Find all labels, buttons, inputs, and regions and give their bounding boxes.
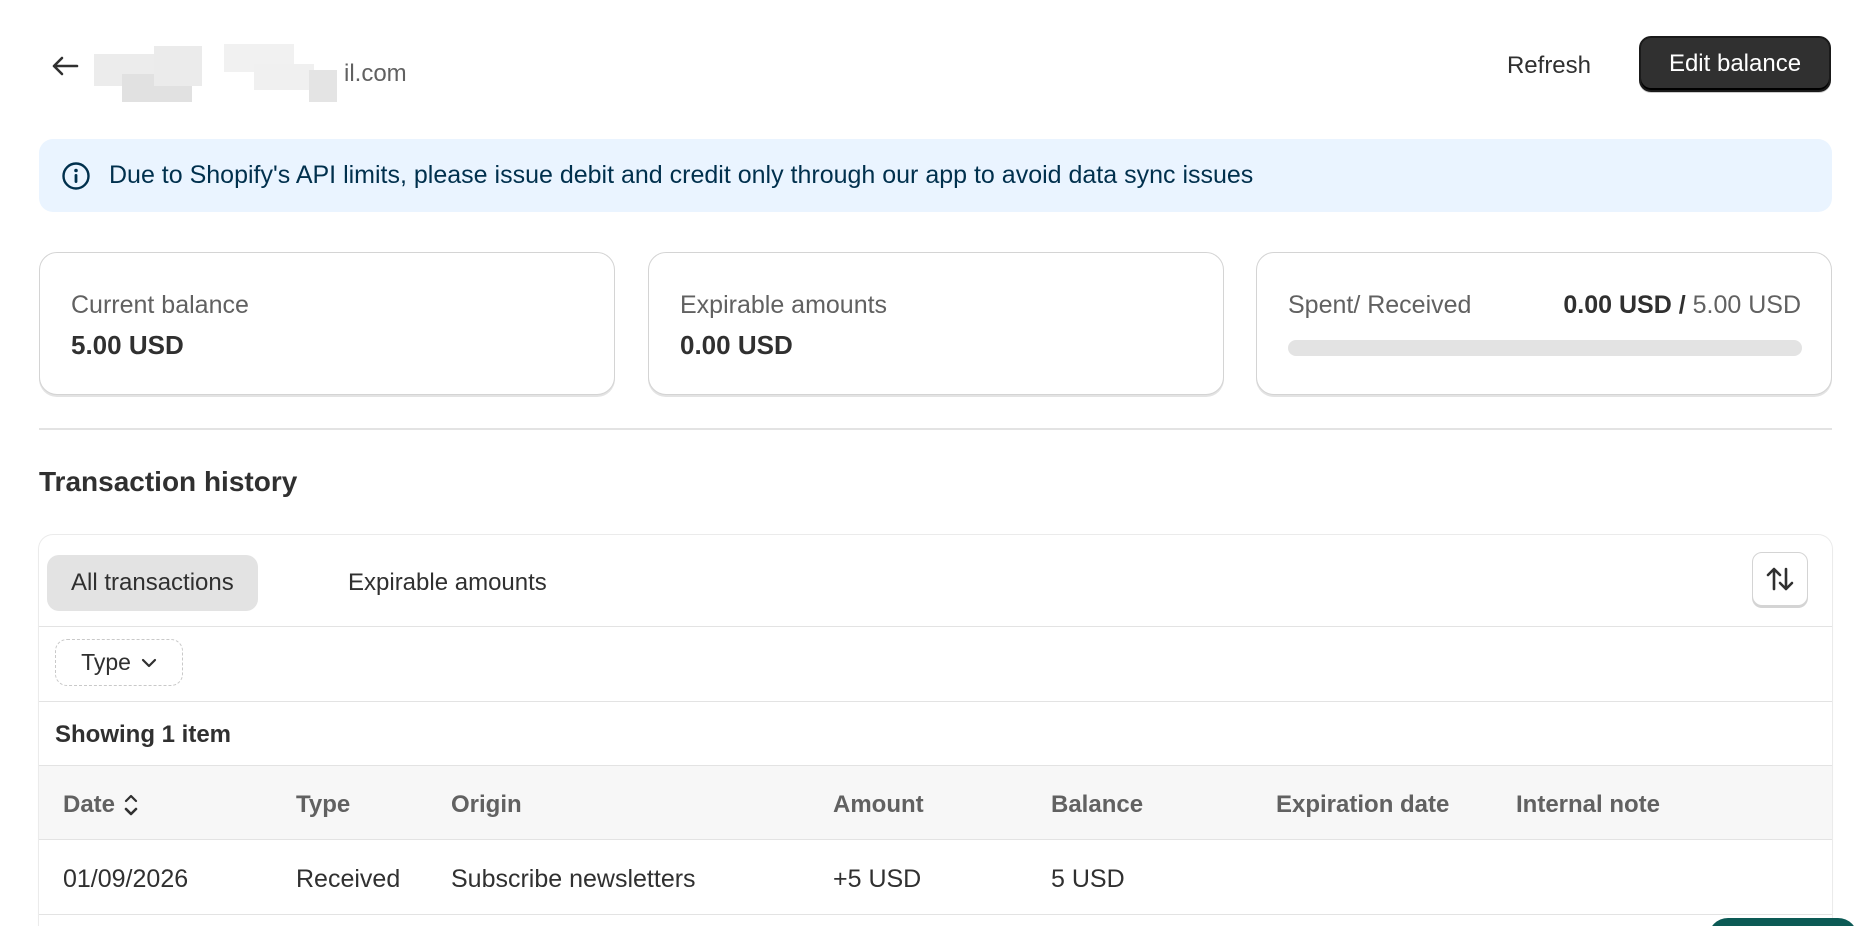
info-banner: Due to Shopify's API limits, please issu… bbox=[39, 139, 1832, 212]
column-header-type: Type bbox=[296, 791, 351, 818]
arrow-left-icon bbox=[52, 56, 79, 76]
received-amount: 5.00 USD bbox=[1692, 291, 1801, 319]
back-button[interactable] bbox=[45, 46, 85, 86]
filter-bar: Type bbox=[39, 627, 1832, 702]
sort-arrows-icon bbox=[1766, 567, 1794, 591]
redaction-block bbox=[154, 46, 202, 86]
type-filter-button[interactable]: Type bbox=[55, 639, 183, 686]
column-header-balance: Balance bbox=[1051, 791, 1144, 818]
sort-button[interactable] bbox=[1752, 552, 1808, 606]
cell-date: 01/09/2026 bbox=[63, 865, 189, 893]
cell-origin: Subscribe newsletters bbox=[451, 865, 696, 893]
refresh-button[interactable]: Refresh bbox=[1487, 38, 1611, 94]
card-label: Expirable amounts bbox=[680, 291, 888, 319]
redaction-block bbox=[309, 70, 337, 102]
tab-expirable-amounts[interactable]: Expirable amounts bbox=[324, 555, 571, 611]
current-balance-value: 5.00 USD bbox=[71, 330, 184, 360]
chat-launcher[interactable] bbox=[1708, 918, 1858, 926]
customer-email: il.com bbox=[94, 40, 424, 102]
email-suffix: il.com bbox=[344, 60, 407, 87]
cell-type: Received bbox=[296, 865, 401, 893]
spent-amount: 0.00 USD bbox=[1563, 291, 1672, 319]
sort-toggle-icon bbox=[124, 794, 138, 816]
transaction-history-title: Transaction history bbox=[39, 466, 298, 497]
cell-amount: +5 USD bbox=[833, 865, 922, 893]
edit-balance-button[interactable]: Edit balance bbox=[1639, 36, 1831, 92]
card-label: Current balance bbox=[71, 291, 249, 319]
results-count-bar: Showing 1 item bbox=[39, 702, 1832, 766]
page-header: il.com Refresh Edit balance bbox=[39, 36, 1832, 102]
banner-text: Due to Shopify's API limits, please issu… bbox=[109, 161, 1254, 189]
chevron-down-icon bbox=[141, 658, 157, 667]
redaction-block bbox=[254, 64, 314, 90]
current-balance-card: Current balance 5.00 USD bbox=[39, 252, 615, 395]
table-header-row: Date Type Origin Amount Balance Expirati… bbox=[39, 766, 1832, 840]
spent-received-value: 0.00 USD / 5.00 USD bbox=[1563, 291, 1801, 320]
column-header-expiration-date: Expiration date bbox=[1276, 791, 1450, 818]
expirable-amount-value: 0.00 USD bbox=[680, 330, 793, 360]
column-header-internal-note: Internal note bbox=[1516, 791, 1661, 818]
spent-received-card: Spent/ Received 0.00 USD / 5.00 USD bbox=[1256, 252, 1832, 395]
spent-separator: / bbox=[1671, 291, 1693, 319]
transactions-table-card: All transactions Expirable amounts Type … bbox=[39, 535, 1832, 926]
info-icon bbox=[61, 161, 91, 191]
column-header-origin: Origin bbox=[451, 791, 522, 818]
column-header-amount: Amount bbox=[833, 791, 924, 818]
results-count: Showing 1 item bbox=[55, 721, 232, 748]
cell-balance: 5 USD bbox=[1051, 865, 1125, 893]
spent-progress-bar bbox=[1288, 340, 1802, 356]
tabs-bar: All transactions Expirable amounts bbox=[39, 535, 1832, 627]
type-filter-label: Type bbox=[81, 649, 131, 675]
table-row[interactable]: 01/09/2026 Received Subscribe newsletter… bbox=[39, 840, 1832, 915]
expirable-amounts-card: Expirable amounts 0.00 USD bbox=[648, 252, 1224, 395]
tab-all-transactions[interactable]: All transactions bbox=[47, 555, 258, 611]
column-header-date[interactable]: Date bbox=[63, 791, 139, 819]
column-header-label: Date bbox=[63, 791, 116, 818]
card-label: Spent/ Received bbox=[1288, 291, 1472, 319]
section-divider bbox=[39, 428, 1832, 430]
